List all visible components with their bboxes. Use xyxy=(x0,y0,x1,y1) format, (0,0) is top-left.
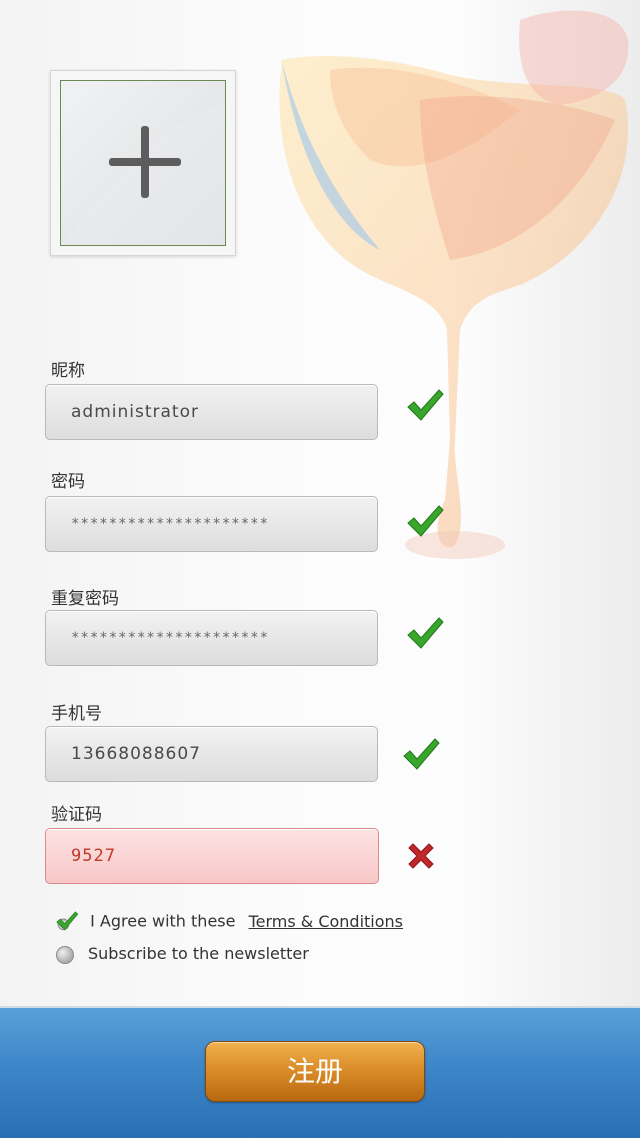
checkmark-icon xyxy=(407,389,444,421)
verification-code-input[interactable] xyxy=(45,828,379,884)
checkmark-icon xyxy=(403,738,440,770)
agree-terms-text: I Agree with these xyxy=(90,911,236,931)
avatar-frame xyxy=(60,80,226,246)
agree-terms-row[interactable]: I Agree with these Terms & Conditions xyxy=(55,910,403,934)
newsletter-row[interactable]: Subscribe to the newsletter xyxy=(55,944,309,964)
checkmark-icon xyxy=(407,617,444,649)
phone-input[interactable] xyxy=(45,726,378,782)
error-x-icon xyxy=(408,843,434,869)
repeat-password-input[interactable] xyxy=(45,610,378,666)
newsletter-text: Subscribe to the newsletter xyxy=(88,944,309,963)
checkmark-icon xyxy=(407,505,444,537)
plus-icon xyxy=(62,101,225,245)
avatar-picker[interactable] xyxy=(50,70,236,256)
checkbox-checked-icon[interactable] xyxy=(55,910,79,934)
password-label: 密码 xyxy=(51,472,85,492)
nickname-input[interactable] xyxy=(45,384,378,440)
verification-code-label: 验证码 xyxy=(51,805,102,825)
password-input[interactable] xyxy=(45,496,378,552)
phone-label: 手机号 xyxy=(51,704,102,724)
register-button[interactable]: 注册 xyxy=(205,1041,425,1102)
newsletter-radio[interactable] xyxy=(56,945,74,964)
terms-conditions-link[interactable]: Terms & Conditions xyxy=(249,912,403,931)
nickname-label: 昵称 xyxy=(51,361,85,381)
repeat-password-label: 重复密码 xyxy=(51,589,119,609)
